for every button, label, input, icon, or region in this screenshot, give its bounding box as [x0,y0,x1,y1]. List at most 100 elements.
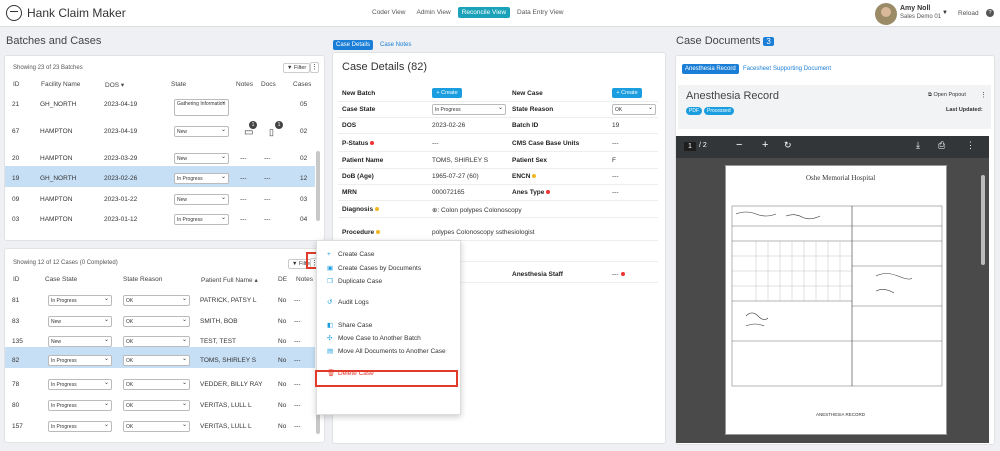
zoom-out-button[interactable]: − [736,139,742,151]
case-de: No [278,381,287,388]
status-dot-icon [375,207,380,212]
print-icon[interactable]: ⎙ [938,140,945,151]
case-state-select[interactable]: In Progress [48,379,112,390]
cases-col-de[interactable]: DE [278,276,287,283]
page-number-input[interactable]: 1 [684,142,696,151]
case-reason-select[interactable]: OK [123,379,190,390]
nav-admin-view[interactable]: Admin View [412,7,454,18]
case-patient-name: VERITAS, LULL L [200,423,252,430]
detail-value-cms: --- [612,140,619,147]
document-kebab-icon[interactable]: ⋮ [980,91,987,99]
detail-label-dob: DoB (Age) [342,173,374,180]
case-state-select[interactable]: In Progress [48,355,112,366]
new-case-create-button[interactable]: + Create [612,88,642,98]
case-reason-select[interactable]: OK [123,421,190,432]
batch-cases: 04 [300,216,308,223]
case-reason-select[interactable]: OK [123,316,190,327]
menu-item-move-all-documents-to-another-case[interactable]: ▤ Move All Documents to Another Case [317,347,462,355]
col-notes[interactable]: Notes [236,81,253,88]
status-dot-icon [546,190,551,195]
user-menu-caret-icon[interactable]: ▼ [942,10,948,16]
tab-case-notes[interactable]: Case Notes [377,40,414,50]
detail-value-mrn: 000072165 [432,189,465,196]
pdf-toolbar: 1 / 2 − + ↻ ⤓ ⎙ ⋮ [676,136,989,158]
tab-case-details[interactable]: Case Details [333,40,374,50]
docs-icon[interactable]: ▯ [269,127,274,138]
nav-reconcile-view[interactable]: Reconcile View [457,7,511,18]
avatar[interactable] [875,3,897,25]
docs-count-badge: 1 [275,121,283,129]
menu-item-share-case[interactable]: ◧ Share Case [317,321,462,329]
pdf-pill: PDF [686,107,702,115]
case-state-detail-select[interactable]: In Progress [432,104,506,115]
case-state-select[interactable]: New [48,336,112,347]
case-reason-select[interactable]: OK [123,336,190,347]
menu-item-label: Duplicate Case [338,278,383,285]
case-reason-select[interactable]: OK [123,295,190,306]
nav-coder-view[interactable]: Coder View [368,7,409,18]
batch-cases: 12 [300,175,308,182]
batch-facility: GH_NORTH [40,175,77,182]
help-icon[interactable]: ? [986,9,994,17]
batch-cases: 03 [300,196,308,203]
rotate-icon[interactable]: ↻ [784,140,792,151]
batch-id: 20 [12,155,20,162]
batch-state-select[interactable]: Gathering Information [174,99,229,116]
reload-button[interactable]: Reload [958,10,979,17]
batch-state-select[interactable]: New [174,153,229,164]
batch-cases: 05 [300,101,308,108]
detail-row-divider [338,151,658,152]
user-name: Amy Noll [900,5,931,12]
cases-col-notes[interactable]: Notes [296,276,313,283]
case-state-select[interactable]: In Progress [48,400,112,411]
top-bar: Hank Claim Maker Coder View Admin View R… [0,0,1000,27]
zoom-in-button[interactable]: + [762,139,768,151]
col-dos[interactable]: DOS ▾ [105,81,124,89]
cases-col-id[interactable]: ID [13,276,20,283]
detail-row-divider [338,200,658,201]
case-reason-select[interactable]: OK [123,400,190,411]
col-state[interactable]: State [171,81,186,88]
menu-item-create-cases-by-documents[interactable]: ▣ Create Cases by Documents [317,264,462,272]
batches-scrollbar[interactable] [316,151,320,221]
batch-state-select[interactable]: In Progress [174,173,229,184]
batch-state-select[interactable]: In Progress [174,214,229,225]
menu-item-create-case[interactable]: + Create Case [317,251,462,258]
tab-facesheet[interactable]: Facesheet [740,64,774,74]
batch-docs: --- [264,196,271,203]
menu-item-audit-logs[interactable]: ↺ Audit Logs [317,298,462,306]
detail-label-mrn: MRN [342,189,357,196]
batches-filter-button[interactable]: ▼ Filter [283,63,311,73]
open-popout-button[interactable]: ⧉ Open Popout [928,92,966,99]
case-reason-select[interactable]: OK [123,355,190,366]
case-id: 135 [12,338,23,345]
new-batch-create-button[interactable]: + Create [432,88,462,98]
cases-col-reason[interactable]: State Reason [123,276,162,283]
state-reason-detail-select[interactable]: OK [612,104,656,115]
menu-item-label: Create Case [338,251,375,258]
cases-col-name[interactable]: Patient Full Name ▴ [201,276,258,284]
case-state-select[interactable]: In Progress [48,421,112,432]
nav-data-entry-view[interactable]: Data Entry View [513,7,567,18]
menu-item-icon: ❐ [327,278,333,285]
menu-item-move-case-to-another-batch[interactable]: ✣ Move Case to Another Batch [317,334,462,342]
col-cases[interactable]: Cases [293,81,311,88]
tab-supporting-document[interactable]: Supporting Document [770,64,834,74]
batches-kebab-button[interactable]: ⋮ [310,62,319,73]
last-updated-label: Last Updated: [946,107,983,113]
download-icon[interactable]: ⤓ [916,140,920,151]
viewer-menu-icon[interactable]: ⋮ [966,140,975,151]
col-docs[interactable]: Docs [261,81,276,88]
case-state-select[interactable]: New [48,316,112,327]
batch-state-select[interactable]: New [174,126,229,137]
tab-anesthesia-record[interactable]: Anesthesia Record [682,64,739,74]
batch-state-select[interactable]: New [174,194,229,205]
col-id[interactable]: ID [13,81,20,88]
menu-item-duplicate-case[interactable]: ❐ Duplicate Case [317,277,462,285]
viewer-scrollbar[interactable] [981,175,985,265]
cases-col-state[interactable]: Case State [45,276,77,283]
case-de: No [278,318,287,325]
col-facility[interactable]: Facility Name [41,81,80,88]
case-state-select[interactable]: In Progress [48,295,112,306]
case-notes: --- [294,381,301,388]
